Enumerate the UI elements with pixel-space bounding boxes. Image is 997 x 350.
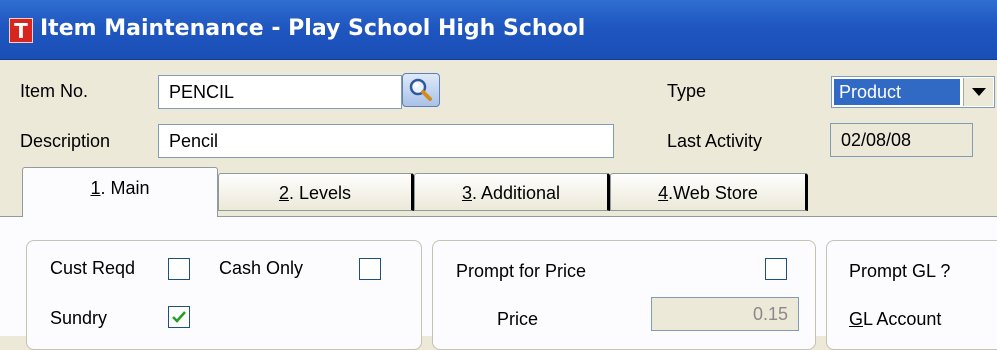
item-no-label: Item No.	[20, 81, 89, 101]
pricing-group	[432, 240, 816, 350]
last-activity-field: 02/08/08	[830, 123, 973, 157]
price-label: Price	[497, 309, 539, 329]
tab-main-mnemonic: 1	[90, 178, 101, 198]
tab-web-store[interactable]: 4.Web Store	[610, 173, 808, 211]
cust-reqd-checkbox[interactable]	[168, 258, 190, 280]
prompt-price-label: Prompt for Price	[456, 261, 587, 281]
type-selected-value: Product	[833, 78, 961, 106]
cust-reqd-label: Cust Reqd	[50, 258, 136, 278]
gl-account-label-text: L Account	[863, 309, 942, 329]
tab-main-label: . Main	[100, 178, 150, 198]
tab-main[interactable]: 1. Main	[22, 167, 218, 217]
gl-account-label: GL Account	[849, 309, 941, 330]
tab-levels-mnemonic: 2	[278, 183, 289, 203]
cash-only-label: Cash Only	[219, 258, 304, 278]
price-field: 0.15	[651, 297, 799, 331]
tab-levels-label: . Levels	[288, 183, 352, 203]
prompt-gl-label: Prompt GL ?	[849, 261, 951, 281]
window-title: Item Maintenance - Play School High Scho…	[40, 16, 586, 41]
tab-additional-mnemonic: 3	[461, 183, 472, 203]
prompt-price-checkbox[interactable]	[765, 258, 787, 280]
chevron-down-icon	[972, 88, 986, 96]
type-select[interactable]: Product	[831, 76, 995, 108]
gl-group	[826, 240, 997, 350]
tab-additional[interactable]: 3. Additional	[414, 173, 610, 211]
magnifier-icon	[409, 78, 432, 101]
type-label: Type	[667, 81, 707, 101]
sundry-checkbox[interactable]	[168, 306, 190, 328]
tab-additional-label: . Additional	[471, 183, 561, 203]
last-activity-label: Last Activity	[667, 131, 763, 151]
sundry-label: Sundry	[50, 308, 108, 328]
gl-account-mnemonic: G	[849, 309, 864, 329]
cash-only-checkbox[interactable]	[359, 258, 381, 280]
tab-web-store-label: .Web Store	[668, 183, 758, 203]
app-icon: T	[9, 18, 33, 43]
options-group	[26, 240, 422, 350]
checkmark-icon	[172, 311, 186, 323]
tab-web-store-mnemonic: 4	[658, 183, 669, 203]
description-label: Description	[20, 131, 111, 151]
title-bar: T Item Maintenance - Play School High Sc…	[0, 0, 997, 60]
item-search-button[interactable]	[402, 73, 440, 107]
type-dropdown-button[interactable]	[963, 78, 993, 106]
item-no-field[interactable]: PENCIL	[158, 75, 402, 109]
description-field[interactable]: Pencil	[158, 124, 614, 158]
tab-levels[interactable]: 2. Levels	[218, 173, 414, 211]
